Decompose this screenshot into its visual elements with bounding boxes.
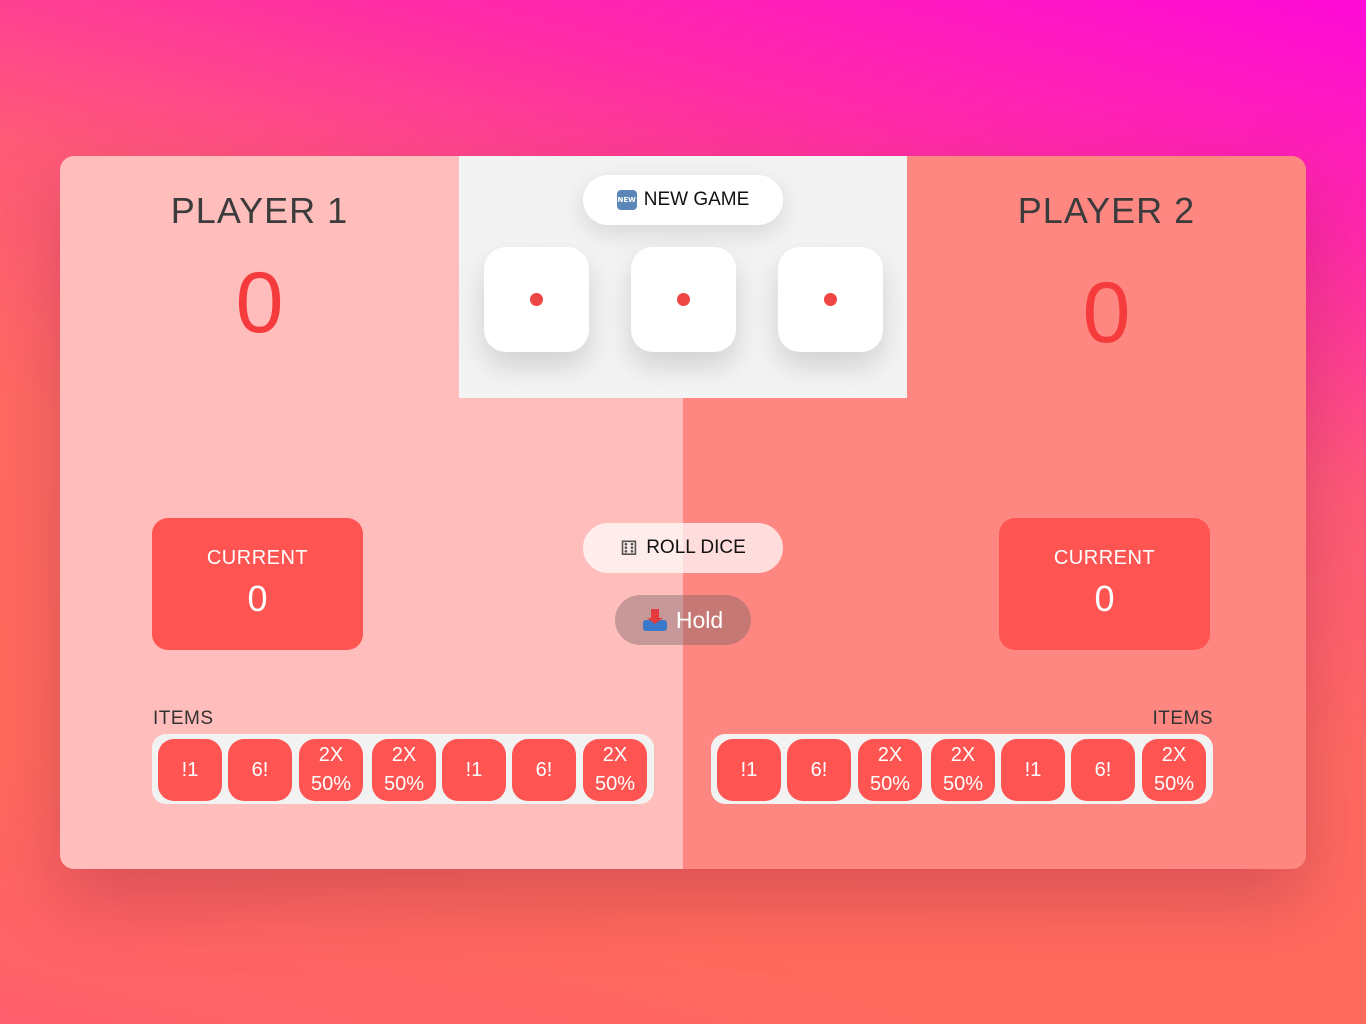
item-label: 2X [1161, 744, 1187, 766]
player-1-name: PLAYER 1 [170, 190, 349, 231]
item-button[interactable]: 6! [512, 739, 576, 801]
item-sublabel: 50% [869, 773, 911, 795]
die-pip [530, 293, 543, 306]
die-pip [677, 293, 690, 306]
item-button[interactable]: 2X 50% [858, 739, 922, 801]
new-game-label: NEW GAME [643, 189, 750, 210]
item-button[interactable]: 6! [228, 739, 292, 801]
item-label: 6! [1094, 758, 1112, 781]
item-label: !1 [740, 758, 758, 781]
item-button[interactable]: 2X 50% [299, 739, 363, 801]
player-2-items-label: ITEMS [1152, 708, 1213, 729]
item-label: 2X [877, 744, 903, 766]
player-2-items-tray: !1 6! 2X 50% 2X 50% !1 6! 2X 50% [711, 734, 1213, 804]
player-1-current-value: 0 [247, 578, 268, 619]
item-button[interactable]: 6! [1071, 739, 1135, 801]
die-pip [824, 293, 837, 306]
inbox-tray-icon [642, 609, 667, 631]
item-label: 2X [950, 744, 976, 766]
item-label: 6! [251, 758, 269, 781]
player-2-current-label: CURRENT [1053, 547, 1156, 569]
item-label: 2X [391, 744, 417, 766]
game-die-icon: ⚅ [620, 536, 638, 560]
player-1-current-label: CURRENT [206, 547, 309, 569]
new-game-button[interactable]: NEW NEW GAME [583, 175, 783, 225]
die-1 [484, 247, 589, 352]
game-board: PLAYER 1 0 PLAYER 2 0 NEW NEW GAME CURRE… [60, 156, 1306, 869]
item-button[interactable]: !1 [158, 739, 222, 801]
item-button[interactable]: 2X 50% [583, 739, 647, 801]
item-button[interactable]: 2X 50% [931, 739, 995, 801]
roll-dice-button[interactable]: ⚅ ROLL DICE [583, 523, 783, 573]
item-button[interactable]: 6! [787, 739, 851, 801]
new-button-icon: NEW [616, 190, 637, 210]
item-label: 2X [318, 744, 344, 766]
hold-button[interactable]: Hold [615, 595, 751, 645]
item-button[interactable]: !1 [442, 739, 506, 801]
item-label: 2X [602, 744, 628, 766]
hold-label: Hold [675, 606, 724, 633]
player-1-score: 0 [235, 255, 284, 351]
item-label: !1 [181, 758, 199, 781]
item-sublabel: 50% [594, 773, 636, 795]
die-2 [631, 247, 736, 352]
die-3 [778, 247, 883, 352]
item-label: 6! [535, 758, 553, 781]
item-sublabel: 50% [1153, 773, 1195, 795]
player-2-current-value: 0 [1094, 578, 1115, 619]
item-sublabel: 50% [310, 773, 352, 795]
item-button[interactable]: !1 [717, 739, 781, 801]
player-1-items-label: ITEMS [153, 708, 214, 729]
player-2-score: 0 [1082, 265, 1131, 361]
player-1-items-tray: !1 6! 2X 50% 2X 50% !1 6! 2X 50% [152, 734, 654, 804]
player-1-current-box: CURRENT 0 [152, 518, 363, 650]
item-label: 6! [810, 758, 828, 781]
roll-dice-label: ROLL DICE [646, 537, 746, 558]
item-button[interactable]: !1 [1001, 739, 1065, 801]
item-sublabel: 50% [942, 773, 984, 795]
item-label: !1 [465, 758, 483, 781]
item-button[interactable]: 2X 50% [372, 739, 436, 801]
item-button[interactable]: 2X 50% [1142, 739, 1206, 801]
item-sublabel: 50% [383, 773, 425, 795]
player-2-name: PLAYER 2 [1017, 190, 1196, 231]
player-2-current-box: CURRENT 0 [999, 518, 1210, 650]
item-label: !1 [1024, 758, 1042, 781]
